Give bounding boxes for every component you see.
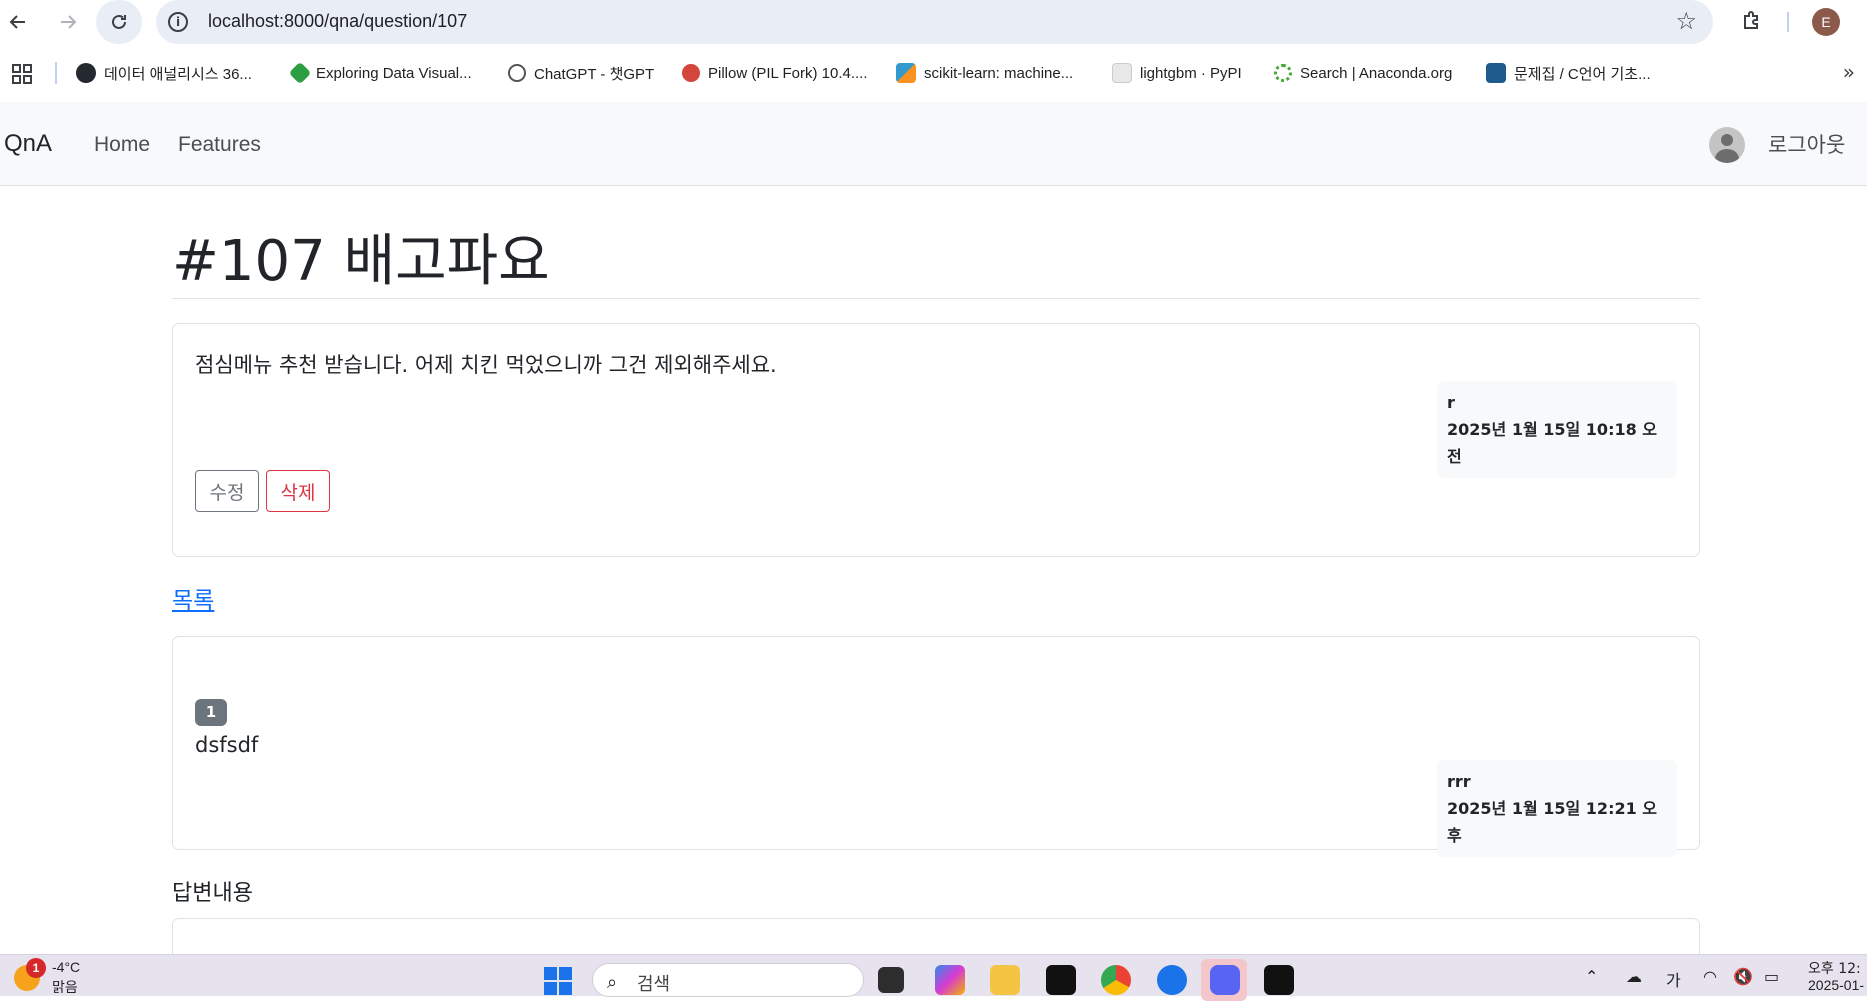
question-author: r <box>1447 393 1455 412</box>
github-icon <box>76 63 96 83</box>
question-date: 2025년 1월 15일 10:18 오전 <box>1447 420 1658 466</box>
apps-grid-icon[interactable] <box>12 64 32 84</box>
answer-meta: rrr 2025년 1월 15일 12:21 오후 <box>1437 760 1677 857</box>
anaconda-icon <box>1274 64 1292 82</box>
reload-icon <box>112 14 126 29</box>
browser-toolbar: i localhost:8000/qna/question/107 ☆ E <box>0 0 1867 44</box>
question-meta: r 2025년 1월 15일 10:18 오전 <box>1437 381 1677 478</box>
bookmark-label: lightgbm · PyPI <box>1140 64 1242 82</box>
discord-icon[interactable] <box>1210 965 1240 995</box>
windows-start-icon[interactable] <box>544 967 572 995</box>
answer-author: rrr <box>1447 772 1471 791</box>
bookmark-item[interactable]: Search | Anaconda.org <box>1274 60 1452 86</box>
ime-indicator[interactable]: 가 <box>1666 967 1681 991</box>
bookmarks-bar: 데이터 애널리시스 36... Exploring Data Visual...… <box>0 54 1867 92</box>
volume-muted-icon[interactable]: 🔇 <box>1733 967 1753 986</box>
windows-taskbar: 1 -4°C 맑음 ⌕ 검색 ⌃ ☁ 가 ◠ 🔇 ▭ 오후 12: 2025-0… <box>0 954 1867 1001</box>
file-explorer-icon[interactable] <box>990 965 1020 995</box>
search-icon: ⌕ <box>607 972 618 993</box>
win-logo-tile <box>559 967 572 980</box>
clock-date[interactable]: 2025-01- <box>1808 977 1864 993</box>
bookmark-label: ChatGPT - 챗GPT <box>534 65 655 83</box>
chrome-icon[interactable] <box>1101 965 1131 995</box>
bookmark-label: Pillow (PIL Fork) 10.4.... <box>708 64 868 82</box>
brand-link[interactable]: QnA <box>4 130 52 158</box>
bookmark-star-icon[interactable]: ☆ <box>1675 8 1697 34</box>
battery-icon[interactable]: ▭ <box>1764 967 1779 986</box>
pypi-icon <box>1112 63 1132 83</box>
bookmark-item[interactable]: Exploring Data Visual... <box>288 60 472 86</box>
onedrive-icon[interactable]: ☁ <box>1626 967 1642 986</box>
delete-button[interactable]: 삭제 <box>266 470 330 512</box>
maps-icon[interactable] <box>1157 965 1187 995</box>
avatar-body <box>1715 149 1739 163</box>
url-text[interactable]: localhost:8000/qna/question/107 <box>208 11 467 32</box>
address-bar[interactable]: i localhost:8000/qna/question/107 ☆ <box>156 0 1713 44</box>
bookmark-item[interactable]: lightgbm · PyPI <box>1112 60 1242 86</box>
answer-content: dsfsdf <box>195 733 259 757</box>
logout-link[interactable]: 로그아웃 <box>1768 129 1845 159</box>
bookmark-item[interactable]: 문제집 / C언어 기초... <box>1486 60 1651 86</box>
title-divider <box>172 298 1700 299</box>
bookmark-label: 문제집 / C언어 기초... <box>1514 65 1651 83</box>
profile-avatar[interactable]: E <box>1812 8 1840 36</box>
answer-date: 2025년 1월 15일 12:21 오후 <box>1447 799 1658 845</box>
clock-time[interactable]: 오후 12: <box>1808 958 1861 978</box>
answer-count-badge: 1 <box>195 699 227 726</box>
task-view-icon[interactable] <box>878 967 904 993</box>
bookmark-item[interactable]: Pillow (PIL Fork) 10.4.... <box>682 60 868 86</box>
copilot-icon[interactable] <box>935 965 965 995</box>
nav-link-features[interactable]: Features <box>178 133 261 157</box>
bookmark-label: scikit-learn: machine... <box>924 64 1074 82</box>
edit-button[interactable]: 수정 <box>195 470 259 512</box>
bookmark-label: Search | Anaconda.org <box>1300 64 1453 82</box>
win-logo-tile <box>544 967 557 980</box>
pycharm-icon[interactable] <box>1264 965 1294 995</box>
pillow-icon <box>682 64 700 82</box>
answer-form-heading: 답변내용 <box>172 881 253 906</box>
bookmark-item[interactable]: scikit-learn: machine... <box>896 60 1073 86</box>
extensions-icon[interactable] <box>1740 9 1764 33</box>
exploring-icon <box>288 61 312 85</box>
forward-arrow-icon <box>61 15 77 29</box>
site-info-icon[interactable]: i <box>168 12 188 32</box>
bookmark-item[interactable]: 데이터 애널리시스 36... <box>76 60 252 86</box>
back-arrow-icon <box>9 15 25 29</box>
win-logo-tile <box>544 982 557 995</box>
app-navbar: QnA Home Features <box>0 102 1867 186</box>
page-title: #107 배고파요 <box>172 229 550 294</box>
list-link[interactable]: 목록 <box>172 581 214 615</box>
win-logo-tile <box>559 982 572 995</box>
sklearn-icon <box>896 63 916 83</box>
bookmarks-separator <box>55 62 57 84</box>
more-bookmarks-icon[interactable]: » <box>1843 60 1855 84</box>
answer-card: 1 dsfsdf rrr 2025년 1월 15일 12:21 오후 <box>172 636 1700 857</box>
bookmark-label: 데이터 애널리시스 36... <box>104 65 252 83</box>
reload-button[interactable] <box>103 6 135 38</box>
chatgpt-icon <box>508 64 526 82</box>
user-avatar-icon[interactable] <box>1709 127 1745 163</box>
bookmark-item[interactable]: ChatGPT - 챗GPT <box>508 60 654 86</box>
weather-temperature[interactable]: -4°C <box>52 959 80 975</box>
weather-description[interactable]: 맑음 <box>52 977 78 997</box>
avatar-head <box>1721 134 1733 146</box>
back-button[interactable] <box>2 6 34 38</box>
nav-link-home[interactable]: Home <box>94 133 150 157</box>
taskbar-search-label: 검색 <box>637 974 671 995</box>
codeup-icon <box>1486 63 1506 83</box>
taskbar-search[interactable]: ⌕ 검색 <box>592 963 864 997</box>
bookmark-label: Exploring Data Visual... <box>316 64 472 82</box>
question-content: 점심메뉴 추천 받습니다. 어제 치킨 먹었으니까 그건 제외해주세요. <box>195 353 777 377</box>
question-card: 점심메뉴 추천 받습니다. 어제 치킨 먹었으니까 그건 제외해주세요. r 2… <box>172 323 1700 557</box>
weather-notification-badge: 1 <box>26 958 46 978</box>
toolbar-separator <box>1787 12 1789 32</box>
notion-icon[interactable] <box>1046 965 1076 995</box>
forward-button[interactable] <box>52 6 84 38</box>
wifi-icon[interactable]: ◠ <box>1703 967 1717 986</box>
tray-overflow-icon[interactable]: ⌃ <box>1585 967 1598 986</box>
